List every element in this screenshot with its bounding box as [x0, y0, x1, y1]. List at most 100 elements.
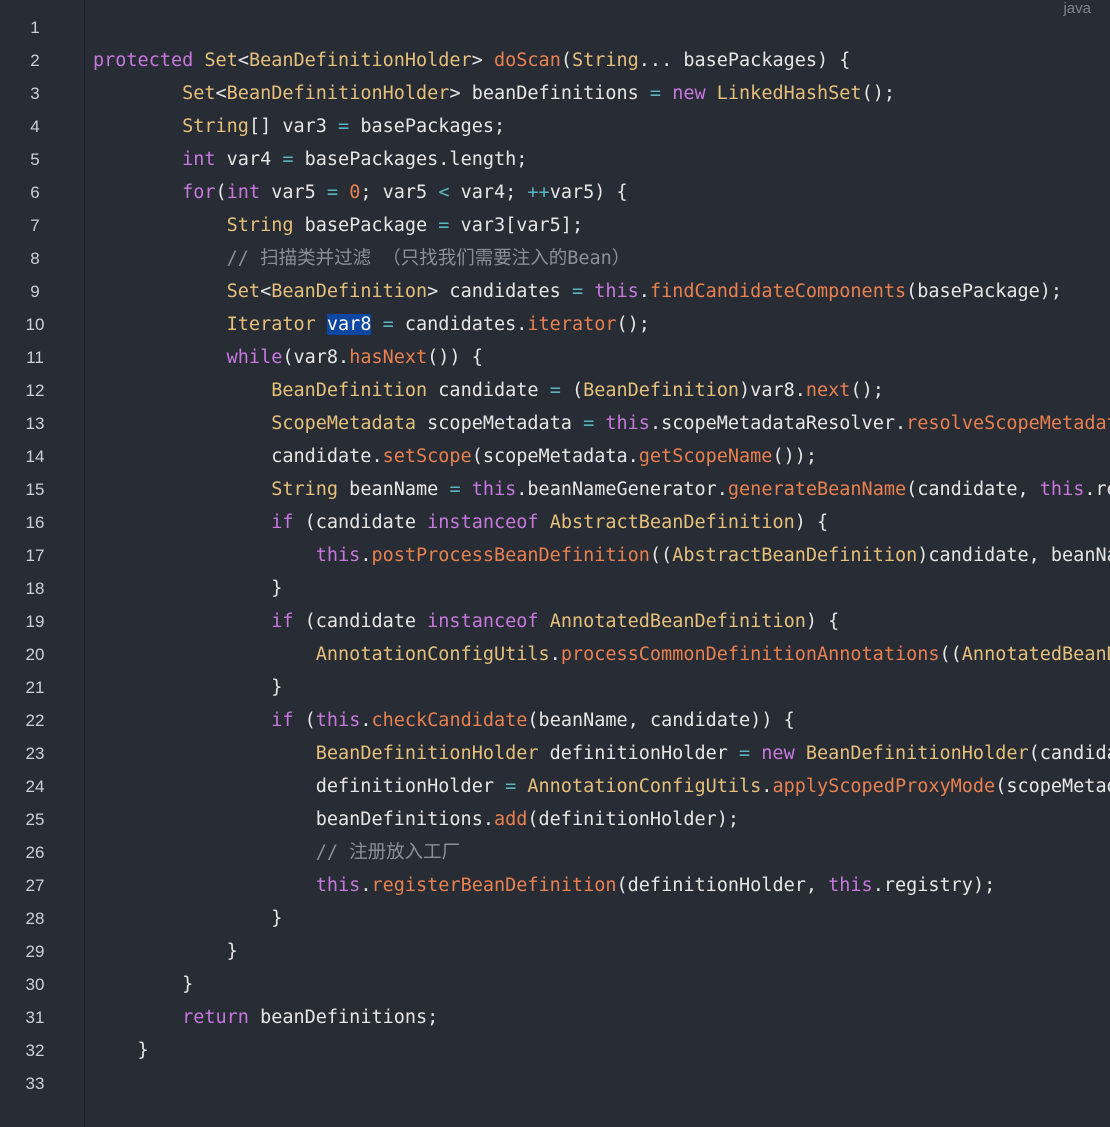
code-line[interactable]: beanDefinitions.add(definitionHolder);	[93, 803, 1110, 836]
code-token: ()) {	[427, 347, 483, 368]
code-token: definitionHolder	[538, 743, 740, 764]
code-line[interactable]: BeanDefinition candidate = (BeanDefiniti…	[93, 374, 1110, 407]
code-line[interactable]: }	[93, 935, 1110, 968]
code-line[interactable]: Iterator var8 = candidates.iterator();	[93, 308, 1110, 341]
operator-token: =	[449, 479, 461, 500]
method-token: findCandidateComponents	[649, 281, 907, 302]
line-number-gutter: 1 2 3 4 5 6 7 8 9 10 11 12 13 14 15 16 17 18 19 20 21 22 23 24 2…	[0, 0, 85, 1127]
code-line[interactable]: this.registerBeanDefinition(definitionHo…	[93, 869, 1110, 902]
method-token: registerBeanDefinition	[371, 875, 617, 896]
code-token: .registry);	[872, 875, 996, 896]
keyword-token: if	[271, 512, 294, 533]
code-area[interactable]: protected Set<BeanDefinitionHolder> doSc…	[93, 11, 1110, 1100]
line-number: 31	[25, 1008, 45, 1027]
type-token: ScopeMetadata	[271, 413, 417, 434]
line-number: 24	[25, 777, 45, 796]
code-token: ) {	[794, 512, 829, 533]
code-line[interactable]: }	[93, 968, 1110, 1001]
code-token: <	[237, 50, 249, 71]
keyword-token: new	[672, 83, 706, 104]
code-editor[interactable]: 1 2 3 4 5 6 7 8 9 10 11 12 13 14 15 16 17 18 19 20 21 22 23 24 2…	[0, 0, 1110, 1127]
code-line[interactable]	[93, 11, 1110, 44]
code-token: <	[215, 83, 227, 104]
code-line[interactable]: protected Set<BeanDefinitionHolder> doSc…	[93, 44, 1110, 77]
code-line[interactable]: }	[93, 902, 1110, 935]
method-token: add	[493, 809, 528, 830]
keyword-token: this	[1039, 479, 1085, 500]
code-line[interactable]: }	[93, 572, 1110, 605]
code-line[interactable]: if (candidate instanceof AbstractBeanDef…	[93, 506, 1110, 539]
code-token: (candidate	[293, 611, 428, 632]
code-line[interactable]: String beanName = this.beanNameGenerator…	[93, 473, 1110, 506]
number-token: 0	[349, 182, 361, 203]
line-number: 9	[30, 282, 40, 301]
method-token: iterator	[527, 314, 617, 335]
code-line[interactable]: candidate.setScope(scopeMetadata.getScop…	[93, 440, 1110, 473]
code-token: (	[293, 710, 316, 731]
code-line[interactable]: while(var8.hasNext()) {	[93, 341, 1110, 374]
code-line[interactable]: }	[93, 671, 1110, 704]
code-token: }	[93, 578, 283, 599]
code-line[interactable]: return beanDefinitions;	[93, 1001, 1110, 1034]
code-line[interactable]: ScopeMetadata scopeMetadata = this.scope…	[93, 407, 1110, 440]
code-line[interactable]: definitionHolder = AnnotationConfigUtils…	[93, 770, 1110, 803]
code-line[interactable]: AnnotationConfigUtils.processCommonDefin…	[93, 638, 1110, 671]
code-token: var5	[260, 182, 327, 203]
code-line[interactable]	[93, 1067, 1110, 1100]
code-line[interactable]: // 扫描类并过滤 （只找我们需要注入的Bean）	[93, 242, 1110, 275]
code-line[interactable]: int var4 = basePackages.length;	[93, 143, 1110, 176]
code-line[interactable]: if (this.checkCandidate(beanName, candid…	[93, 704, 1110, 737]
code-token: (beanName, candidate)) {	[527, 710, 795, 731]
keyword-token: instanceof	[427, 611, 539, 632]
code-line[interactable]: String basePackage = var3[var5];	[93, 209, 1110, 242]
line-number: 15	[25, 480, 45, 499]
line-number: 27	[25, 876, 45, 895]
line-number: 7	[30, 216, 40, 235]
method-token: postProcessBeanDefinition	[371, 545, 650, 566]
method-token: processCommonDefinitionAnnotations	[560, 644, 940, 665]
code-token: var4	[215, 149, 283, 170]
line-number: 25	[25, 810, 45, 829]
keyword-token: instanceof	[427, 512, 539, 533]
code-token: beanDefinitions;	[248, 1007, 439, 1028]
type-token: AnnotatedBeanDefinition	[961, 644, 1110, 665]
code-line[interactable]: for(int var5 = 0; var5 < var4; ++var5) {	[93, 176, 1110, 209]
operator-token: =	[338, 116, 350, 137]
code-token: (definitionHolder);	[527, 809, 740, 830]
code-line[interactable]: if (candidate instanceof AnnotatedBeanDe…	[93, 605, 1110, 638]
code-line[interactable]: Set<BeanDefinitionHolder> beanDefinition…	[93, 77, 1110, 110]
type-token: AbstractBeanDefinition	[672, 545, 918, 566]
code-token: .	[761, 776, 773, 797]
operator-token: =	[571, 281, 584, 302]
code-line[interactable]: Set<BeanDefinition> candidates = this.fi…	[93, 275, 1110, 308]
code-line[interactable]: }	[93, 1034, 1110, 1067]
code-line[interactable]: String[] var3 = basePackages;	[93, 110, 1110, 143]
keyword-token: this	[605, 413, 650, 434]
keyword-token: if	[271, 710, 294, 731]
code-line[interactable]: // 注册放入工厂	[93, 836, 1110, 869]
code-line[interactable]: BeanDefinitionHolder definitionHolder = …	[93, 737, 1110, 770]
line-number: 28	[25, 909, 45, 928]
line-number: 6	[30, 183, 40, 202]
code-line[interactable]: this.postProcessBeanDefinition((Abstract…	[93, 539, 1110, 572]
code-token: (candidate	[293, 512, 428, 533]
type-token: BeanDefinitionHolder	[315, 743, 539, 764]
code-token: ((	[649, 545, 673, 566]
method-token: doScan	[494, 50, 561, 71]
selected-token[interactable]: var8	[326, 314, 372, 335]
code-token: basePackages.length;	[293, 149, 528, 170]
type-token: BeanDefinitionHolder	[226, 83, 450, 104]
operator-token: =	[549, 380, 561, 401]
operator-token: =	[438, 215, 450, 236]
code-token: }	[93, 1040, 149, 1061]
